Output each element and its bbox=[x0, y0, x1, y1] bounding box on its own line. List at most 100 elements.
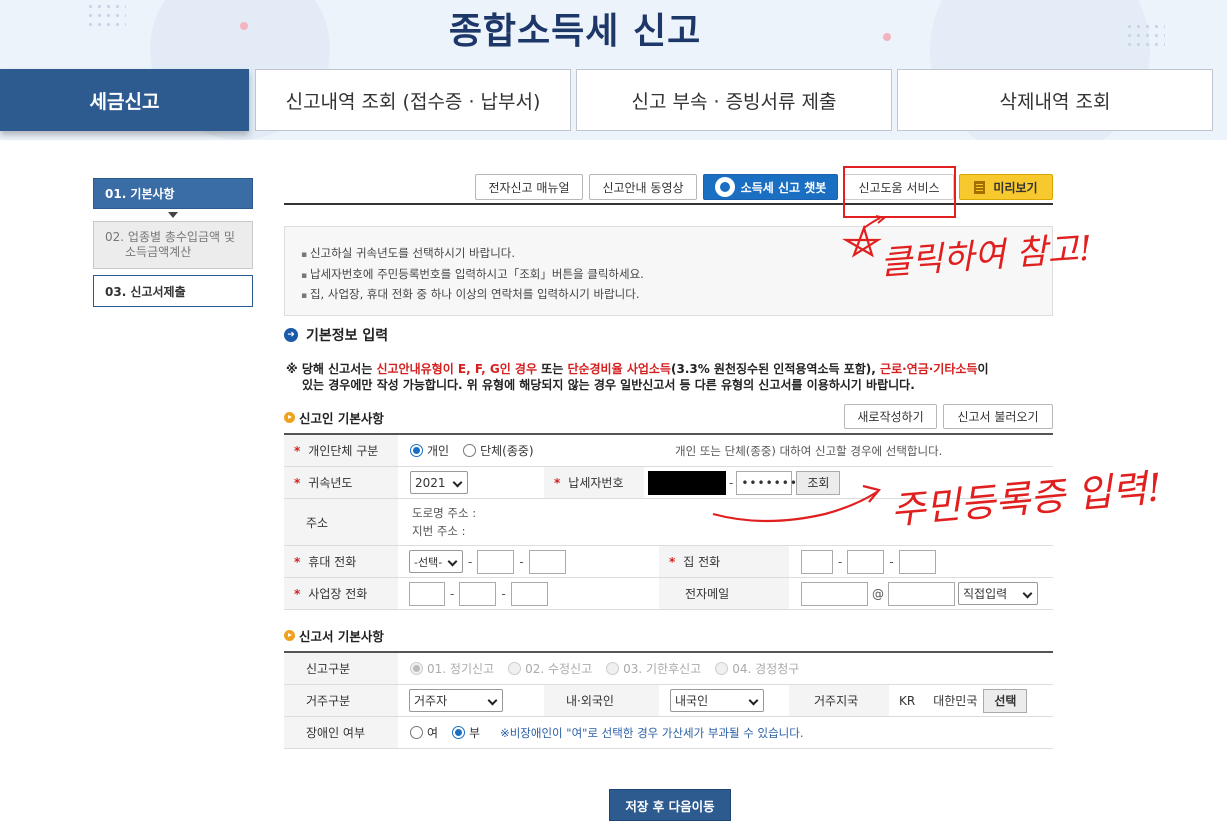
business-phone-inputs: - - bbox=[409, 578, 669, 609]
country-code: KR bbox=[899, 693, 916, 708]
disability-note: ※비장애인이 "여"로 선택한 경우 가산세가 부과될 수 있습니다. bbox=[500, 725, 804, 740]
warning-part: (3.3% 원천징수된 인적용역소득 포함), bbox=[670, 362, 881, 376]
warning-highlight: 신고안내유형이 E, F, G인 경우 bbox=[376, 362, 537, 376]
radio-disabled-no[interactable] bbox=[452, 726, 466, 739]
type-hint: 개인 또는 단체(종중) 대하여 신고할 경우에 선택합니다. bbox=[659, 435, 1053, 466]
bullet-icon bbox=[284, 630, 295, 641]
tab-tax-filing[interactable]: 세금신고 bbox=[0, 69, 249, 131]
step-arrow-icon bbox=[168, 212, 178, 218]
radio-disabled-yes[interactable] bbox=[410, 726, 423, 739]
table-row: * 개인단체 구분 개인 단체(종중) 개인 또는 단체(종중) 대하여 신고할 … bbox=[284, 435, 1053, 467]
field-label: * 휴대 전화 bbox=[284, 546, 398, 577]
warning-line: 있는 경우에만 작성 가능합니다. 위 유형에 해당되지 않는 경우 일반신고서… bbox=[302, 378, 915, 392]
field-label: 전자메일 bbox=[659, 578, 789, 609]
chatbot-label: 소득세 신고 챗봇 bbox=[740, 180, 827, 195]
home-area-input[interactable] bbox=[801, 549, 833, 574]
email-user-input[interactable] bbox=[801, 581, 868, 606]
table-row: * 사업장 전화 - - 전자메일 @ 직접입력 bbox=[284, 578, 1053, 610]
country-select-button[interactable]: 선택 bbox=[983, 688, 1028, 713]
home-last-input[interactable] bbox=[898, 549, 936, 574]
at-sign: @ bbox=[872, 586, 884, 601]
field-label: * 귀속년도 bbox=[284, 467, 398, 498]
chatbot-button[interactable]: 소득세 신고 챗봇 bbox=[703, 174, 838, 200]
warning-part: 이 bbox=[977, 362, 989, 376]
home-phone-inputs: - - bbox=[801, 546, 1001, 577]
chatbot-icon bbox=[714, 177, 735, 197]
section-basic-info: ➜ 기본정보 입력 bbox=[284, 325, 388, 345]
field-label: 신고구분 bbox=[284, 653, 398, 684]
video-guide-button[interactable]: 신고안내 동영상 bbox=[589, 174, 697, 200]
warning-part: ※ 당해 신고서는 bbox=[286, 362, 377, 376]
country-field: KR 대한민국 선택 bbox=[899, 685, 1053, 716]
radio-label: 04. 경정청구 bbox=[732, 662, 800, 676]
mobile-last-input[interactable] bbox=[528, 549, 566, 574]
table-row: * 휴대 전화 -선택- - - * 집 전화 - - bbox=[284, 546, 1053, 578]
residence-wrap: 거주자 bbox=[409, 685, 509, 716]
business-area-input[interactable] bbox=[409, 581, 445, 606]
load-form-button[interactable]: 신고서 불러오기 bbox=[943, 404, 1053, 429]
business-last-input[interactable] bbox=[510, 581, 548, 606]
warning-highlight: 단순경비율 사업소득 bbox=[567, 362, 671, 376]
country-name: 대한민국 bbox=[933, 694, 978, 708]
document-icon bbox=[974, 180, 986, 194]
field-label: * 사업장 전화 bbox=[284, 578, 398, 609]
preview-label: 미리보기 bbox=[993, 180, 1038, 195]
year-select-wrap: 2021 bbox=[410, 467, 470, 498]
radio-amended bbox=[508, 662, 522, 675]
save-next-button[interactable]: 저장 후 다음이동 bbox=[609, 789, 731, 821]
arrow-circle-icon: ➜ bbox=[284, 328, 298, 342]
radio-individual[interactable] bbox=[410, 444, 423, 457]
step-label: 소득금액계산 bbox=[125, 245, 192, 259]
field-label: 거주구분 bbox=[284, 685, 398, 716]
mobile-prefix-select[interactable]: -선택- bbox=[409, 550, 463, 573]
residence-select[interactable]: 거주자 bbox=[409, 689, 503, 712]
radio-label: 02. 수정신고 bbox=[525, 662, 593, 676]
step-income-calc: 02. 업종별 총수입금액 및 소득금액계산 bbox=[93, 221, 253, 269]
radio-group-clan[interactable] bbox=[463, 444, 477, 457]
annotation-arrow bbox=[712, 484, 881, 523]
field-label: * 집 전화 bbox=[659, 546, 789, 577]
home-mid-input[interactable] bbox=[847, 549, 885, 574]
year-select[interactable]: 2021 bbox=[410, 471, 468, 494]
radio-late bbox=[606, 662, 620, 675]
tab-filing-history[interactable]: 신고내역 조회 (접수증 · 납부서) bbox=[255, 69, 571, 131]
mobile-mid-input[interactable] bbox=[477, 549, 515, 574]
radio-label: 개인 bbox=[427, 444, 450, 458]
tab-deleted-history[interactable]: 삭제내역 조회 bbox=[897, 69, 1213, 131]
step-basic-info[interactable]: 01. 기본사항 bbox=[93, 178, 253, 209]
field-label: 거주지국 bbox=[789, 685, 889, 716]
email-domain-select[interactable]: 직접입력 bbox=[958, 582, 1038, 605]
table-row: 신고구분 01. 정기신고 02. 수정신고 03. 기한후신고 04. 경정청… bbox=[284, 653, 1053, 685]
road-address: 도로명 주소 : bbox=[412, 506, 477, 520]
manual-button[interactable]: 전자신고 매뉴얼 bbox=[475, 174, 583, 200]
page: 종합소득세 신고 세금신고 신고내역 조회 (접수증 · 납부서) 신고 부속 … bbox=[0, 0, 1227, 838]
field-label: 주소 bbox=[284, 499, 398, 545]
report-form-table: 신고구분 01. 정기신고 02. 수정신고 03. 기한후신고 04. 경정청… bbox=[284, 651, 1053, 749]
address-block: 도로명 주소 : 지번 주소 : bbox=[412, 499, 712, 545]
nationality-select[interactable]: 내국인 bbox=[670, 689, 764, 712]
business-mid-input[interactable] bbox=[459, 581, 497, 606]
nationality-wrap: 내국인 bbox=[670, 685, 770, 716]
radio-label: 여 bbox=[427, 726, 439, 740]
report-kind-radios: 01. 정기신고 02. 수정신고 03. 기한후신고 04. 경정청구 bbox=[410, 653, 930, 684]
type-radio-group: 개인 단체(종중) bbox=[410, 435, 650, 466]
radio-regular bbox=[410, 662, 423, 675]
mobile-inputs: -선택- - - bbox=[409, 546, 669, 577]
field-label: * 개인단체 구분 bbox=[284, 435, 398, 466]
radio-label: 03. 기한후신고 bbox=[623, 662, 702, 676]
new-form-button[interactable]: 새로작성하기 bbox=[844, 404, 937, 429]
step-submit[interactable]: 03. 신고서제출 bbox=[93, 275, 253, 307]
preview-button[interactable]: 미리보기 bbox=[959, 174, 1053, 200]
bullet-icon bbox=[284, 412, 295, 423]
field-label: 내·외국인 bbox=[544, 685, 659, 716]
step-label: 02. 업종별 총수입금액 및 bbox=[105, 230, 235, 244]
field-label: * 납세자번호 bbox=[544, 467, 644, 498]
section-title: 기본정보 입력 bbox=[306, 328, 389, 344]
table-row: 장애인 여부 여 부 ※비장애인이 "여"로 선택한 경우 가산세가 부과될 수… bbox=[284, 717, 1053, 749]
email-inputs: @ 직접입력 bbox=[801, 578, 1053, 609]
tab-submit-documents[interactable]: 신고 부속 · 증빙서류 제출 bbox=[576, 69, 892, 131]
radio-label: 01. 정기신고 bbox=[427, 662, 495, 676]
warning-highlight: 근로·연금·기타소득 bbox=[880, 362, 978, 376]
table-row: 거주구분 거주자 내·외국인 내국인 거주지국 KR 대한민국 선택 bbox=[284, 685, 1053, 717]
email-domain-input[interactable] bbox=[888, 581, 955, 606]
